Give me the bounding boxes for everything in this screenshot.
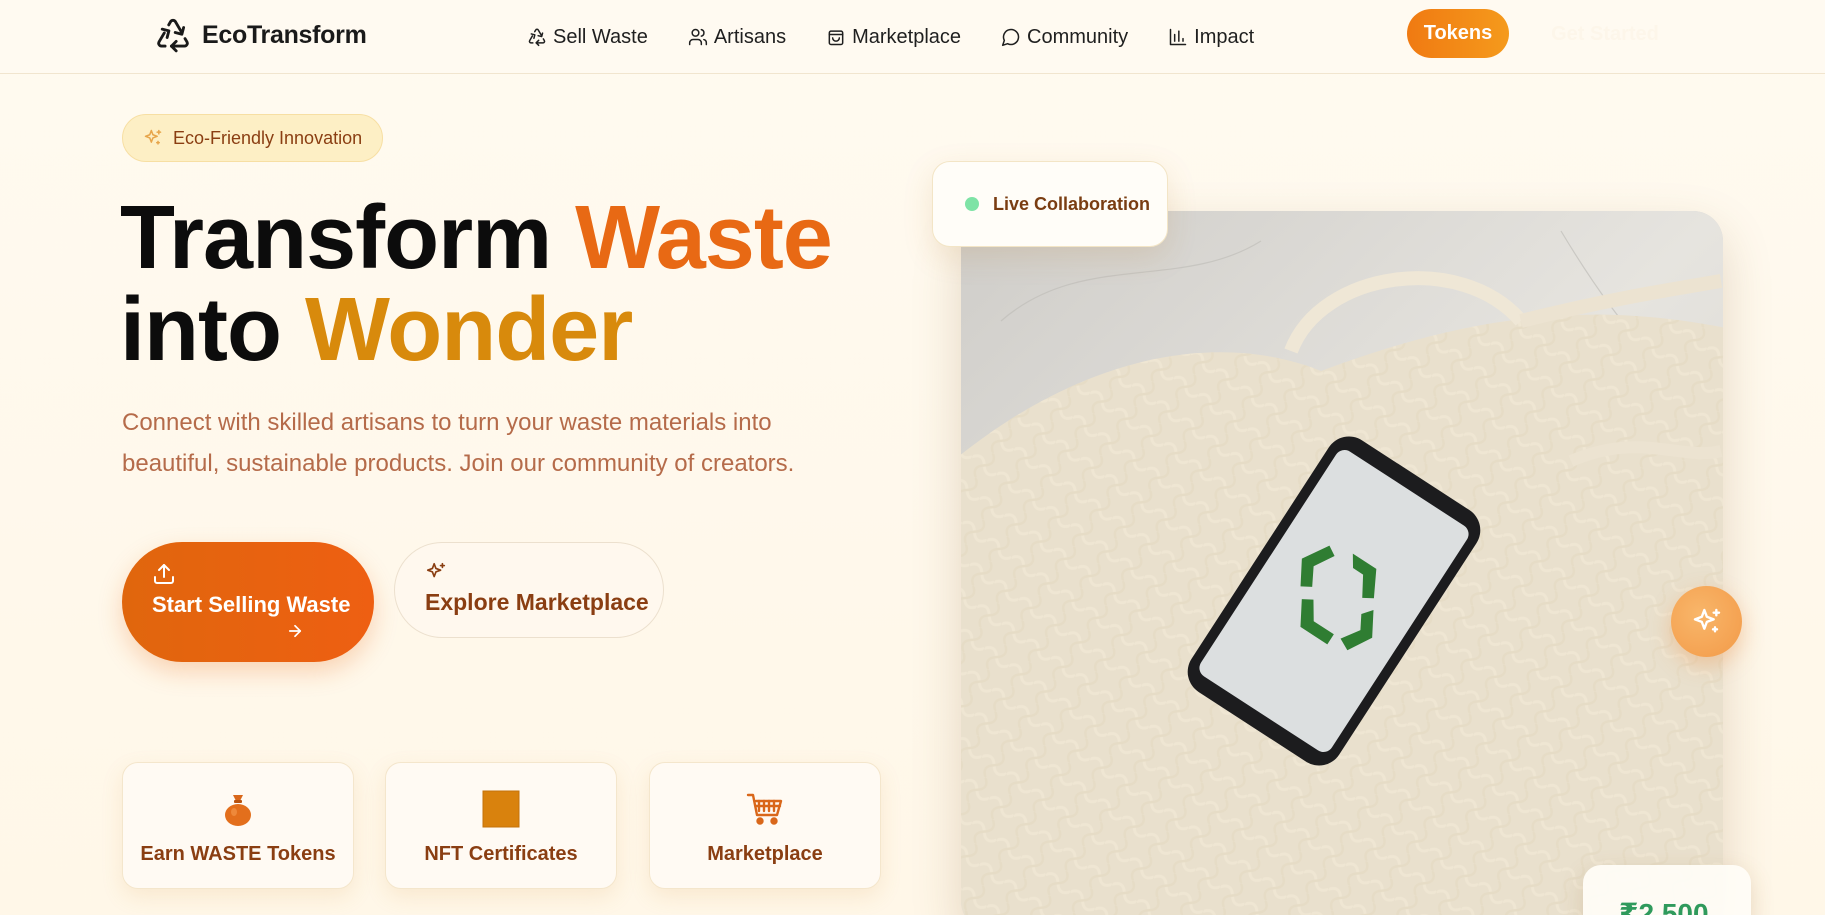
eco-badge: Eco-Friendly Innovation [122,114,384,162]
nav-artisans[interactable]: Artisans [688,26,786,49]
sparkle-action-button[interactable] [1671,586,1742,657]
nav-community[interactable]: Community [1001,26,1128,49]
live-label: Live Collaboration [993,193,1151,214]
feature-label: Earn WASTE Tokens [140,843,336,865]
nav-marketplace[interactable]: Marketplace [826,26,961,49]
live-status-dot [965,197,979,211]
explore-marketplace-label: Explore Marketplace [425,589,649,615]
nav-sell-waste[interactable]: Sell Waste [527,26,648,49]
nav-impact[interactable]: Impact [1168,26,1254,49]
start-selling-button[interactable]: Start Selling Waste [122,542,374,662]
recycle-icon [157,18,189,53]
nav-label: Community [1027,25,1129,48]
headline-part-4: Wonder [304,280,633,380]
price-card: ₹2,500 [1583,865,1751,915]
nav-label: Marketplace [852,25,962,48]
main-nav: Sell Waste Artisans Marketplace Communit… [527,0,1294,74]
hero-photo [961,211,1723,915]
tokens-button[interactable]: Tokens [1407,9,1509,58]
price-value: ₹2,500 [1619,898,1709,915]
sparkles-icon [426,562,446,578]
nav-label: Sell Waste [553,25,648,48]
square-certificate-icon [482,790,520,828]
badge-label: Eco-Friendly Innovation [173,127,363,148]
sparkles-icon [144,129,162,145]
brand-name: EcoTransform [202,20,367,49]
explore-marketplace-button[interactable]: Explore Marketplace [394,542,664,638]
feature-card-nft[interactable]: NFT Certificates [385,762,617,889]
brand-logo[interactable]: EcoTransform [154,16,367,54]
start-selling-label: Start Selling Waste [152,592,351,617]
money-bag-icon [225,795,251,826]
feature-label: Marketplace [707,843,823,865]
hero-subtitle: Connect with skilled artisans to turn yo… [122,409,795,477]
nav-label: Artisans [713,25,787,48]
shopping-bag-icon [828,30,844,46]
headline-part-2: Waste [575,188,833,288]
chat-bubble-icon [1001,28,1020,47]
feature-card-tokens[interactable]: Earn WASTE Tokens [122,762,354,889]
phone-recycle-photo [961,211,1723,915]
sparkles-icon [1693,608,1720,633]
bar-chart-icon [1169,28,1187,46]
feature-label: NFT Certificates [424,843,578,865]
headline-part-3: into [120,280,305,380]
headline-part-1: Transform [120,188,576,288]
arrow-right-icon [288,624,302,638]
live-collaboration-pill: Live Collaboration [932,161,1168,247]
users-icon [688,28,707,46]
upload-icon [154,564,174,584]
shopping-cart-icon [746,793,783,825]
top-navbar: EcoTransform Sell Waste Artisans Marketp… [0,0,1825,74]
recycle-icon [528,28,546,47]
feature-card-marketplace[interactable]: Marketplace [649,762,881,889]
get-started-button[interactable]: Get Started [1540,18,1670,50]
hero-headline: Transform Waste into Wonder [120,192,880,376]
nav-label: Impact [1194,25,1255,48]
